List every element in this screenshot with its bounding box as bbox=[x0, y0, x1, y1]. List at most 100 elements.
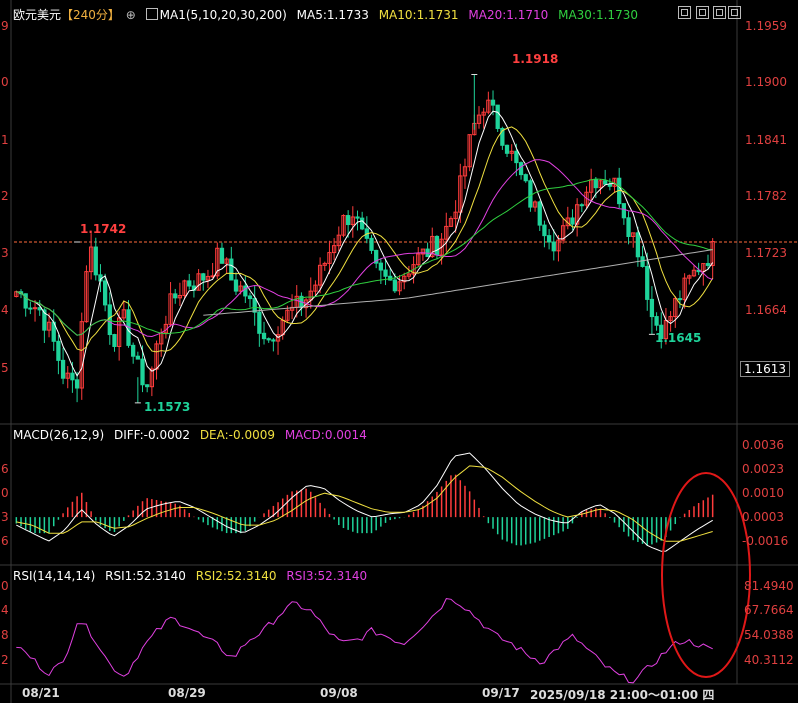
price-axis-label: 1.1723 bbox=[745, 246, 787, 260]
x-axis-label: 08/29 bbox=[168, 686, 206, 700]
candle-body bbox=[28, 307, 33, 310]
candle-body bbox=[243, 285, 248, 297]
candle-body bbox=[187, 280, 192, 287]
left-axis-label: 2 bbox=[1, 189, 9, 203]
macd-axis-label: -0.0016 bbox=[742, 534, 789, 548]
candle-body bbox=[60, 359, 66, 379]
candle-body bbox=[434, 235, 440, 256]
fullscreen-icon[interactable] bbox=[678, 6, 691, 19]
left-axis-label: 0 bbox=[1, 486, 9, 500]
candle-body bbox=[593, 179, 598, 189]
ma-params-label[interactable]: MA1(5,10,20,30,200) bbox=[160, 8, 287, 22]
ma10-label: MA10:1.1731 bbox=[378, 8, 459, 22]
candle-body bbox=[518, 162, 524, 176]
candle-body bbox=[621, 203, 627, 219]
candle-body bbox=[145, 384, 150, 388]
price-axis-label: 1.1959 bbox=[745, 19, 787, 33]
macd-value-label: MACD:0.0014 bbox=[284, 428, 367, 442]
x-axis-label: 08/21 bbox=[22, 686, 60, 700]
macd-axis-label: 0.0023 bbox=[742, 462, 784, 476]
rsi-line bbox=[16, 598, 713, 684]
candle-body bbox=[135, 355, 140, 360]
macd-dea-line bbox=[16, 465, 713, 542]
rsi-axis-label: 81.4940 bbox=[744, 579, 794, 593]
candle-body bbox=[649, 298, 655, 318]
candle-body bbox=[654, 316, 659, 326]
candle-body bbox=[131, 344, 136, 357]
candle-body bbox=[645, 265, 650, 300]
chart-window: 欧元美元【240分】 ⊕ MA1(5,10,20,30,200) MA5:1.1… bbox=[0, 0, 798, 703]
price-axis-label: 1.1782 bbox=[745, 189, 787, 203]
low-annotation: 1.1573 bbox=[144, 400, 191, 414]
candle-body bbox=[626, 217, 631, 238]
ref-line-annotation: 1.1742 bbox=[80, 222, 127, 236]
chart-canvas[interactable] bbox=[0, 0, 798, 703]
candle-body bbox=[70, 372, 75, 381]
macd-diff-line bbox=[16, 452, 713, 552]
rsi-axis-label: 54.0388 bbox=[744, 628, 794, 642]
candle-body bbox=[551, 241, 556, 252]
candle-body bbox=[271, 339, 276, 342]
left-axis-label: 8 bbox=[1, 628, 9, 642]
macd-params-label[interactable]: MACD(26,12,9) bbox=[13, 428, 104, 442]
candle-body bbox=[640, 256, 645, 267]
x-axis-label: 09/08 bbox=[320, 686, 358, 700]
macd-axis-label: 0.0010 bbox=[742, 486, 784, 500]
instrument-name: 欧元美元 bbox=[13, 8, 62, 22]
left-axis-label: 1 bbox=[1, 133, 9, 147]
candle-body bbox=[495, 104, 500, 129]
candle-body bbox=[247, 295, 253, 300]
ma30-line bbox=[16, 178, 713, 336]
candle-body bbox=[677, 298, 683, 301]
ma200-line bbox=[203, 249, 713, 316]
main-header: 欧元美元【240分】 ⊕ MA1(5,10,20,30,200) MA5:1.1… bbox=[13, 8, 644, 22]
left-axis-label: 9 bbox=[1, 19, 9, 33]
candle-body bbox=[346, 215, 351, 226]
rsi-params-label[interactable]: RSI(14,14,14) bbox=[13, 569, 95, 583]
left-axis-label: 3 bbox=[1, 246, 9, 260]
candle-body bbox=[523, 174, 528, 182]
candle-body bbox=[579, 204, 584, 207]
chart-icon[interactable] bbox=[145, 8, 158, 20]
macd-axis-label: 0.0003 bbox=[742, 510, 784, 524]
period-label[interactable]: 【240分】 bbox=[61, 8, 120, 22]
left-axis-label: 6 bbox=[1, 534, 9, 548]
price-axis-label: 1.1664 bbox=[745, 303, 787, 317]
candle-body bbox=[107, 304, 112, 336]
price-axis-label: 1.1841 bbox=[745, 133, 787, 147]
candle-body bbox=[635, 232, 641, 258]
rsi3-label: RSI3:52.3140 bbox=[286, 569, 368, 583]
macd-axis-label: 0.0036 bbox=[742, 438, 784, 452]
left-axis-label: 6 bbox=[1, 462, 9, 476]
ma5-label: MA5:1.1733 bbox=[296, 8, 369, 22]
left-axis-label: 4 bbox=[1, 603, 9, 617]
ma30-label: MA30:1.1730 bbox=[558, 8, 638, 22]
left-axis-label: 3 bbox=[1, 510, 9, 524]
candle-body bbox=[229, 258, 234, 281]
candle-body bbox=[603, 180, 608, 185]
candle-body bbox=[542, 224, 547, 237]
candle-body bbox=[93, 246, 98, 276]
restore-icon[interactable] bbox=[696, 6, 709, 19]
rsi2-label: RSI2:52.3140 bbox=[195, 569, 277, 583]
low-annotation: 1.1645 bbox=[655, 331, 702, 345]
close-icon[interactable] bbox=[728, 6, 741, 19]
left-axis-label: 0 bbox=[1, 579, 9, 593]
ma20-label: MA20:1.1710 bbox=[468, 8, 549, 22]
candle-body bbox=[252, 298, 257, 313]
candle-body bbox=[355, 216, 360, 219]
macd-diff-label: DIFF:-0.0002 bbox=[113, 428, 190, 442]
candle-body bbox=[546, 235, 552, 243]
candle-body bbox=[383, 269, 388, 277]
candle-body bbox=[537, 201, 542, 226]
candle-body bbox=[233, 279, 239, 292]
candle-body bbox=[261, 332, 267, 340]
x-axis-label: 09/17 bbox=[482, 686, 520, 700]
crosshair-time-label: 2025/09/18 21:00～01:00 四 bbox=[530, 686, 715, 703]
maximize-icon[interactable] bbox=[713, 6, 726, 19]
candle-body bbox=[112, 334, 117, 347]
candle-body bbox=[504, 144, 510, 154]
plus-circle-icon[interactable]: ⊕ bbox=[126, 8, 136, 22]
rsi-axis-label: 40.3112 bbox=[744, 653, 794, 667]
candle-body bbox=[173, 293, 178, 299]
